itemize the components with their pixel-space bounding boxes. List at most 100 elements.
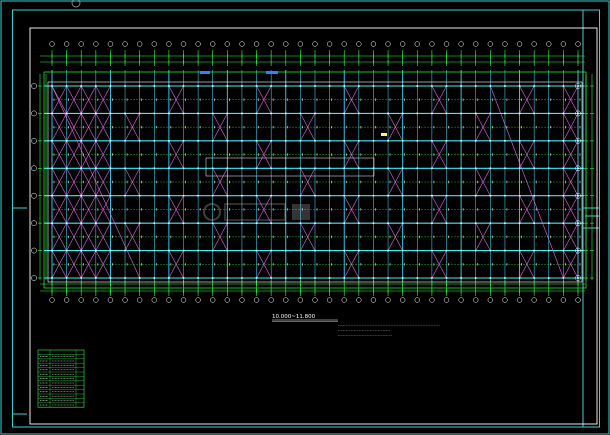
column-node [372,249,375,252]
column-node [518,85,521,87]
column-node [284,277,287,279]
column-node [226,167,229,170]
column-node [343,167,346,170]
column-node [109,277,112,279]
column-node [577,277,579,279]
column-node [504,222,506,224]
column-node [182,85,185,87]
column-node [401,85,404,87]
column-node [241,140,243,142]
column-node [109,194,112,197]
column-node [489,167,492,170]
column-node [51,222,53,224]
column-node [445,194,448,197]
column-node [518,222,521,224]
column-node [358,194,360,197]
column-node [358,85,360,87]
column-node [460,112,462,115]
column-node [226,194,229,197]
column-node [358,140,360,142]
column-node [547,277,550,279]
column-node [431,277,433,279]
column-node [504,277,506,279]
column-node [109,112,112,115]
column-node [153,112,156,115]
column-node [284,167,287,170]
column-node [504,249,506,252]
column-node [109,222,112,224]
column-node [328,167,331,170]
column-node [431,194,433,197]
column-node [211,249,214,252]
column-node [489,222,492,224]
column-node [328,194,331,197]
column-node [168,249,170,252]
column-node [197,85,199,87]
column-node [533,194,535,197]
column-node [241,112,243,115]
column-node [460,277,462,279]
column-node [211,277,214,279]
column-node [445,85,448,87]
column-node [489,85,492,87]
column-node [547,222,550,224]
column-node [504,140,506,142]
column-node [416,249,419,252]
column-node [401,194,404,197]
column-node [577,249,579,252]
section-tag-icon [200,71,210,74]
column-node [80,194,83,197]
column-node [65,85,68,87]
column-node [109,167,112,170]
column-node [241,249,243,252]
column-node [299,85,302,87]
column-node [109,85,112,87]
column-node [460,140,462,142]
column-node [80,249,83,252]
column-node [95,140,97,142]
column-node [255,222,258,224]
column-node [328,222,331,224]
column-node [211,140,214,142]
column-node [95,249,97,252]
column-node [401,222,404,224]
column-node [328,112,331,115]
cad-drawing-canvas: 10.000~11.800 [0,0,610,435]
column-node [226,222,229,224]
column-node [328,277,331,279]
column-node [445,277,448,279]
column-node [343,249,346,252]
column-node [547,167,550,170]
column-node [387,249,389,252]
column-node [197,277,199,279]
column-node [445,112,448,115]
column-node [372,194,375,197]
column-node [95,277,97,279]
column-node [299,277,302,279]
column-node [358,277,360,279]
column-node [211,112,214,115]
column-node [270,277,272,279]
column-node [138,140,141,142]
column-node [328,85,331,87]
column-node [80,277,83,279]
column-node [51,112,53,115]
column-node [314,167,316,170]
column-node [387,277,389,279]
column-node [474,140,477,142]
column-node [533,167,535,170]
column-node [138,112,141,115]
column-node [489,112,492,115]
column-node [328,249,331,252]
column-node [299,222,302,224]
column-node [255,249,258,252]
column-node [138,167,141,170]
column-node [577,112,579,115]
column-node [431,85,433,87]
column-node [270,167,272,170]
column-node [168,277,170,279]
column-node [255,112,258,115]
column-node [153,194,156,197]
column-node [241,167,243,170]
column-node [460,222,462,224]
